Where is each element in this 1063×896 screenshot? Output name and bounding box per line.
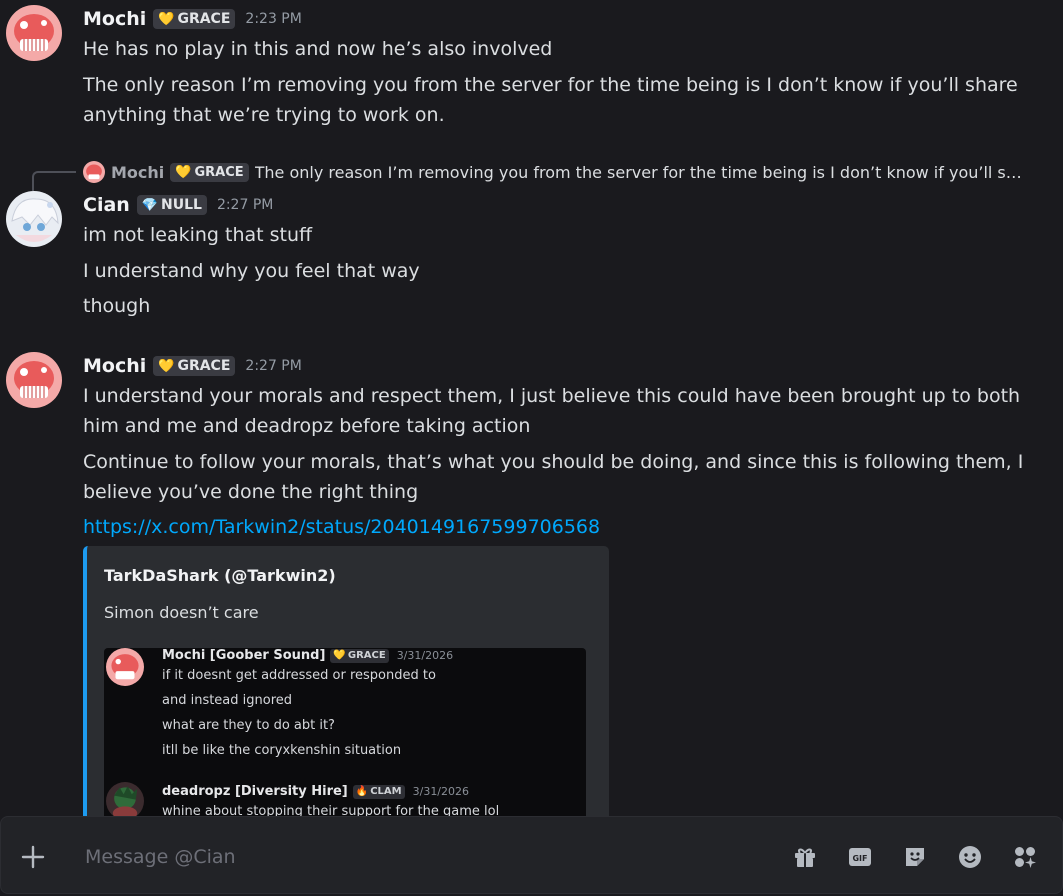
message-input[interactable] [83, 841, 687, 873]
username[interactable]: Mochi [83, 8, 146, 30]
emoji-button[interactable] [956, 843, 984, 871]
yellow-heart-icon: 💛 [158, 358, 175, 374]
timestamp: 2:27 PM [216, 197, 274, 213]
embed-line: and instead ignored [162, 693, 293, 708]
avatar-mochi[interactable] [6, 5, 62, 61]
embed-date: 3/31/2026 [412, 785, 470, 798]
gif-icon-label: GIF [852, 854, 867, 863]
gif-button[interactable]: GIF [846, 843, 874, 871]
message-text: though [83, 295, 151, 317]
message-text: I understand your morals and respect the… [83, 385, 1021, 407]
username[interactable]: Mochi [83, 355, 146, 377]
message-list: Mochi 💛 GRACE 2:23 PM He has no play in … [0, 0, 1063, 820]
apps-button[interactable] [1011, 843, 1039, 871]
embed-role-badge: 💛 GRACE [330, 648, 389, 663]
reply-spine [32, 171, 76, 191]
reply-author: Mochi [111, 162, 165, 182]
yellow-heart-icon: 💛 [158, 11, 175, 27]
reply-avatar [83, 161, 105, 183]
embed-badge-label: GRACE [347, 650, 386, 661]
reply-text: The only reason I’m removing you from th… [254, 162, 1022, 182]
message-header: Mochi 💛 GRACE 2:27 PM [83, 355, 302, 377]
embed-line: itll be like the coryxkenshin situation [162, 743, 402, 758]
embed-line: if it doesnt get addressed or responded … [162, 668, 436, 683]
role-badge-label: NULL [161, 197, 202, 213]
role-badge[interactable]: 💎 NULL [136, 195, 207, 215]
gift-button[interactable] [791, 843, 819, 871]
message-text: him and me and deadropz before taking ac… [83, 415, 531, 437]
username[interactable]: Cian [83, 194, 130, 216]
attach-button[interactable] [15, 839, 51, 875]
yellow-heart-icon: 💛 [175, 164, 192, 180]
avatar-cian[interactable] [6, 191, 62, 247]
embed-author[interactable]: TarkDaShark (@Tarkwin2) [104, 566, 336, 585]
embed-badge-label: CLAM [370, 786, 402, 797]
message-text: The only reason I’m removing you from th… [83, 74, 1018, 96]
embed-avatar-deadropz [106, 782, 144, 820]
sticker-icon [906, 848, 924, 866]
timestamp: 2:23 PM [245, 11, 302, 27]
embed-description: Simon doesn’t care [104, 603, 259, 622]
message-composer: GIF [0, 816, 1063, 896]
embed-message-header: Mochi [Goober Sound] 💛 GRACE 3/31/2026 [162, 648, 453, 663]
role-badge[interactable]: 💛 GRACE [153, 356, 236, 376]
apps-icon [1015, 847, 1036, 868]
composer-box: GIF [0, 816, 1063, 894]
reply-badge-label: GRACE [194, 164, 244, 180]
fire-icon: 🔥 [355, 786, 369, 797]
message-text: im not leaking that stuff [83, 224, 313, 246]
embed-role-badge: 🔥 CLAM [352, 784, 405, 799]
message-link[interactable]: https://x.com/Tarkwin2/status/2040149167… [83, 512, 600, 542]
timestamp: 2:27 PM [245, 358, 302, 374]
message-header: Cian 💎 NULL 2:27 PM [83, 194, 273, 216]
gift-icon [795, 848, 815, 867]
avatar-mochi[interactable] [6, 352, 62, 408]
message-text: believe you’ve done the right thing [83, 481, 419, 503]
sticker-button[interactable] [901, 843, 929, 871]
yellow-heart-icon: 💛 [333, 650, 346, 661]
embed-line: what are they to do abt it? [162, 718, 335, 733]
message-text: Continue to follow your morals, that’s w… [83, 451, 1024, 473]
role-badge-label: GRACE [177, 11, 231, 27]
message-header: Mochi 💛 GRACE 2:23 PM [83, 8, 302, 30]
role-badge-label: GRACE [177, 358, 231, 374]
message-text: He has no play in this and now he’s also… [83, 38, 553, 60]
plus-icon [21, 845, 45, 869]
reply-role-badge: 💛 GRACE [170, 162, 249, 182]
emoji-icon [959, 846, 981, 868]
message-text: anything that we’re trying to work on. [83, 104, 445, 126]
purple-gem-icon: 💎 [141, 197, 158, 213]
embed-date: 3/31/2026 [396, 649, 454, 662]
embed-username: deadropz [Diversity Hire] [162, 784, 348, 799]
embed-username: Mochi [Goober Sound] [162, 648, 326, 663]
role-badge[interactable]: 💛 GRACE [153, 9, 236, 29]
embed-avatar-mochi [106, 648, 144, 686]
embed-image[interactable]: Mochi [Goober Sound] 💛 GRACE 3/31/2026 i… [104, 648, 586, 820]
link-embed: TarkDaShark (@Tarkwin2) Simon doesn’t ca… [83, 546, 609, 820]
reply-preview[interactable]: Mochi 💛 GRACE The only reason I’m removi… [83, 160, 1043, 184]
message-text: I understand why you feel that way [83, 260, 420, 282]
gif-icon: GIF [849, 848, 871, 866]
embed-message-header: deadropz [Diversity Hire] 🔥 CLAM 3/31/20… [162, 784, 469, 799]
